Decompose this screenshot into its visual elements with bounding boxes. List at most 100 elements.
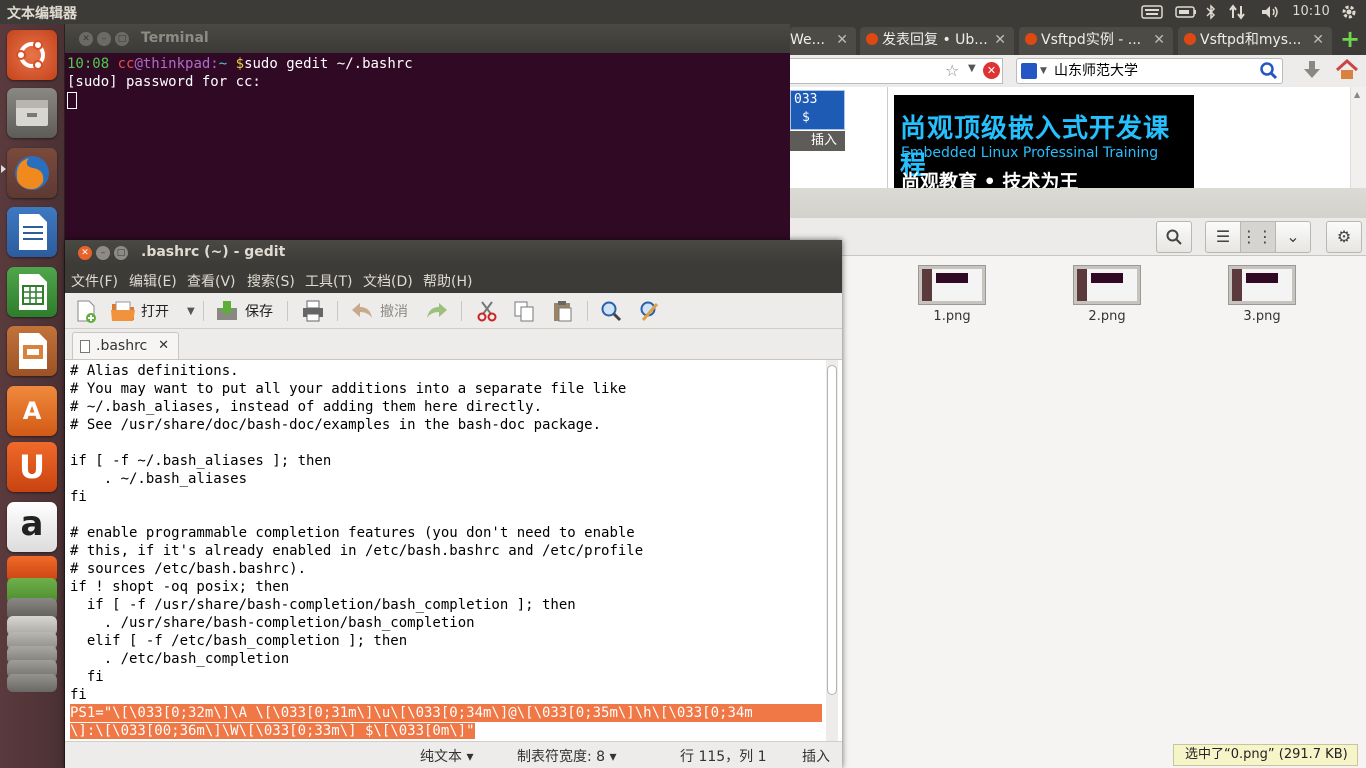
calc-icon[interactable]: [7, 267, 57, 317]
tab-width-selector[interactable]: 制表符宽度: 8 ▾: [517, 746, 617, 766]
menu-documents[interactable]: 文档(D): [363, 271, 413, 291]
redo-button[interactable]: [425, 297, 449, 325]
close-icon[interactable]: ✕: [79, 32, 93, 46]
text-editor[interactable]: # Alias definitions. # You may want to pu…: [65, 359, 842, 741]
menu-help[interactable]: 帮助(H): [423, 271, 472, 291]
document-tab[interactable]: .bashrc ✕: [72, 332, 179, 360]
impress-icon[interactable]: [7, 326, 57, 376]
view-options-button[interactable]: ⌄: [1275, 221, 1311, 253]
code-line[interactable]: if [ -f ~/.bash_aliases ]; then: [70, 452, 822, 470]
cut-button[interactable]: [476, 297, 498, 325]
bluetooth-icon[interactable]: [1204, 2, 1218, 22]
minimize-icon[interactable]: –: [97, 32, 111, 46]
file-thumbnail[interactable]: [918, 265, 986, 305]
editor-scrollbar[interactable]: [826, 360, 838, 741]
menu-file[interactable]: 文件(F): [71, 271, 118, 291]
new-document-button[interactable]: [75, 297, 97, 325]
browser-tab[interactable]: Vsftpd实例 - ... ✕: [1019, 27, 1173, 55]
terminal-output[interactable]: 10:08 cc@thinkpad:~ $sudo gedit ~/.bashr…: [65, 53, 790, 111]
browser-tab[interactable]: We... ✕: [790, 27, 856, 55]
copy-button[interactable]: [513, 297, 535, 325]
url-dropdown-icon[interactable]: ▼: [968, 63, 976, 74]
selected-code-line[interactable]: PS1="\[\033[0;32m\]\A \[\033[0;31m\]\u\[…: [70, 704, 822, 722]
stop-icon[interactable]: ✕: [983, 62, 1000, 79]
page-scrollbar[interactable]: ▲: [1350, 87, 1366, 194]
search-engine-icon[interactable]: [1021, 63, 1037, 79]
file-name[interactable]: 1.png: [912, 309, 992, 324]
software-center-icon[interactable]: A: [7, 386, 57, 436]
volume-icon[interactable]: [1259, 2, 1281, 22]
code-line[interactable]: if [ -f /usr/share/bash-completion/bash_…: [70, 596, 822, 614]
writer-icon[interactable]: [7, 207, 57, 257]
close-icon[interactable]: ✕: [78, 246, 92, 260]
code-line[interactable]: # You may want to put all your additions…: [70, 380, 822, 398]
code-line[interactable]: # Alias definitions.: [70, 362, 822, 380]
url-bar[interactable]: ☆ ▼ ✕: [790, 58, 1003, 84]
browser-tab[interactable]: 发表回复 • Ub... ✕: [860, 27, 1014, 55]
file-manager-titlebar[interactable]: [790, 188, 1366, 218]
ubuntu-one-icon[interactable]: U: [7, 442, 57, 492]
minimize-icon[interactable]: –: [96, 246, 110, 260]
list-view-button[interactable]: ☰: [1205, 221, 1241, 253]
file-manager-window[interactable]: ☰ ⋮⋮⋮ ⌄ ⚙ 1.png 2.png 3.png: [790, 188, 1366, 768]
code-line[interactable]: fi: [70, 488, 822, 506]
code-line[interactable]: elif [ -f /etc/bash_completion ]; then: [70, 632, 822, 650]
keyboard-icon[interactable]: [1140, 2, 1164, 22]
language-selector[interactable]: 纯文本 ▾: [420, 746, 473, 766]
menu-tools[interactable]: 工具(T): [305, 271, 352, 291]
gedit-titlebar[interactable]: ✕ – □ .bashrc (~) - gedit: [65, 240, 842, 265]
files-icon[interactable]: [7, 88, 57, 138]
code-area[interactable]: # Alias definitions. # You may want to pu…: [70, 362, 822, 740]
code-line[interactable]: # See /usr/share/doc/bash-doc/examples i…: [70, 416, 822, 434]
find-button[interactable]: [600, 297, 622, 325]
clock[interactable]: 10:10: [1290, 2, 1332, 22]
code-line[interactable]: if ! shopt -oq posix; then: [70, 578, 822, 596]
code-line[interactable]: # enable programmable completion feature…: [70, 524, 822, 542]
amazon-icon[interactable]: a: [7, 502, 57, 552]
open-dropdown-icon[interactable]: ▼: [187, 297, 195, 325]
find-replace-button[interactable]: [639, 297, 661, 325]
firefox-page[interactable]: 033 $ 插入 尚观顶级嵌入式开发课程 Embedded Linux Prof…: [790, 87, 1366, 194]
menu-search[interactable]: 搜索(S): [247, 271, 295, 291]
browser-tab[interactable]: Vsftpd和mys... ✕: [1178, 27, 1332, 55]
terminal-window[interactable]: ✕ – □ Terminal 10:08 cc@thinkpad:~ $sudo…: [65, 24, 790, 240]
file-name[interactable]: 3.png: [1222, 309, 1302, 324]
paste-button[interactable]: [551, 297, 573, 325]
bookmark-star-icon[interactable]: ☆: [945, 61, 959, 80]
firefox-icon[interactable]: [7, 148, 57, 198]
close-tab-icon[interactable]: ✕: [836, 27, 848, 53]
menu-view[interactable]: 查看(V): [187, 271, 236, 291]
engine-dropdown-icon[interactable]: ▼: [1040, 59, 1047, 83]
settings-gear-button[interactable]: ⚙: [1326, 221, 1362, 253]
close-tab-icon[interactable]: ✕: [994, 27, 1006, 53]
code-line[interactable]: [70, 506, 822, 524]
search-field[interactable]: ▼ 山东师范大学: [1016, 58, 1283, 84]
close-tab-icon[interactable]: ✕: [1153, 27, 1165, 53]
new-tab-button[interactable]: +: [1338, 26, 1362, 52]
undo-button[interactable]: 撤消: [350, 297, 408, 325]
code-line[interactable]: # ~/.bash_aliases, instead of adding the…: [70, 398, 822, 416]
selected-code-line[interactable]: \]:\[\033[00;36m\]\W\[\033[0;33m\] $\[\0…: [70, 722, 822, 740]
grid-view-button[interactable]: ⋮⋮⋮: [1240, 221, 1289, 253]
file-thumbnail[interactable]: [1073, 265, 1141, 305]
print-button[interactable]: [301, 297, 325, 325]
firefox-window[interactable]: We... ✕ 发表回复 • Ub... ✕ Vsftpd实例 - ... ✕ Vsf…: [790, 24, 1366, 194]
gear-icon[interactable]: [1338, 2, 1360, 22]
search-icon[interactable]: [1260, 62, 1278, 88]
code-line[interactable]: # sources /etc/bash.bashrc).: [70, 560, 822, 578]
code-line[interactable]: . ~/.bash_aliases: [70, 470, 822, 488]
download-icon[interactable]: [1301, 59, 1323, 85]
code-line[interactable]: [70, 434, 822, 452]
open-button[interactable]: 打开: [110, 297, 169, 325]
home-icon[interactable]: [1335, 58, 1359, 86]
code-line[interactable]: . /usr/share/bash-completion/bash_comple…: [70, 614, 822, 632]
file-thumbnail[interactable]: [1228, 265, 1296, 305]
save-button[interactable]: 保存: [215, 297, 273, 325]
maximize-icon[interactable]: □: [114, 246, 128, 260]
code-line[interactable]: fi: [70, 668, 822, 686]
code-line[interactable]: # this, if it's already enabled in /etc/…: [70, 542, 822, 560]
code-line[interactable]: fi: [70, 686, 822, 704]
search-button[interactable]: [1156, 221, 1192, 253]
ubuntu-logo-icon[interactable]: [7, 30, 57, 80]
scrollbar-thumb[interactable]: [827, 365, 837, 695]
